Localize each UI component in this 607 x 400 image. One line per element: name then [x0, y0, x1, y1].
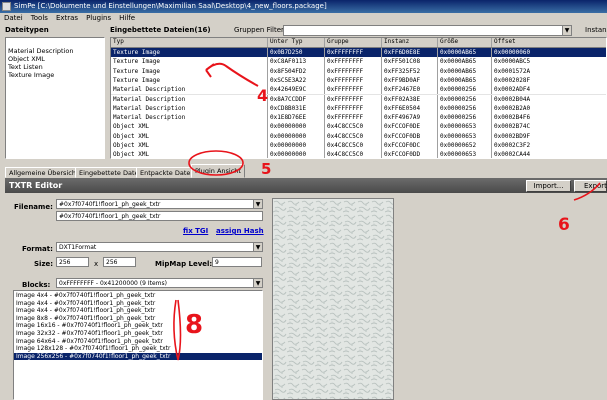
- annotation-layer: [173, 62, 601, 361]
- bracket-8-icon: [173, 299, 182, 361]
- annotation-8: 8: [185, 310, 204, 340]
- annotation-4: 4: [257, 86, 269, 105]
- annotation-5: 5: [261, 160, 272, 178]
- arrow-4-icon: [205, 62, 259, 87]
- arrow-4-head-icon: [205, 63, 215, 78]
- plugin-tab-circle-icon: [188, 150, 244, 176]
- annotation-6: 6: [558, 215, 570, 235]
- arrow-6-icon: [573, 182, 601, 201]
